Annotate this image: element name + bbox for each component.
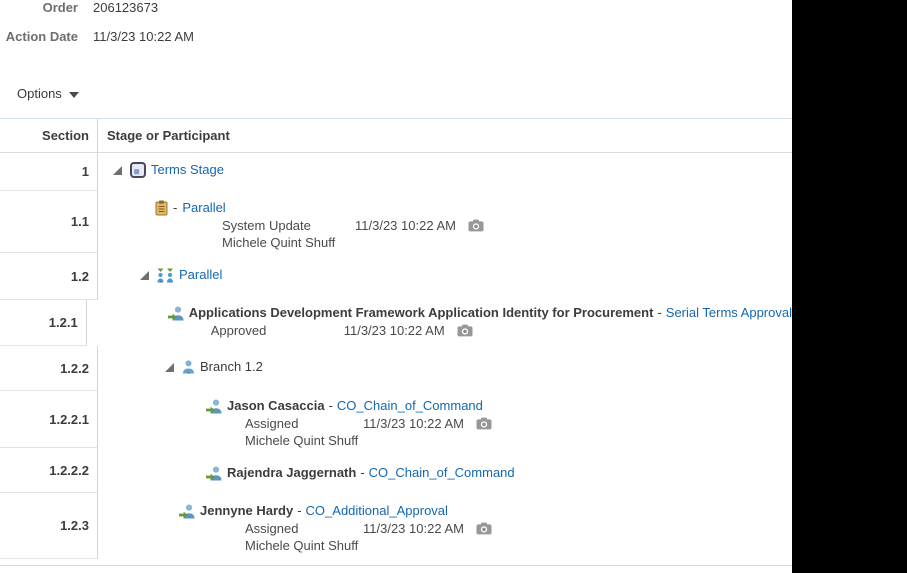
table-row: 1.1 - Parallel System Update 11/3/23 10:… [0, 191, 792, 253]
caret-down-icon [68, 91, 79, 98]
participant-icon [205, 399, 222, 414]
name-separator: - [297, 503, 302, 518]
clipboard-icon [155, 200, 168, 216]
camera-icon[interactable] [476, 417, 492, 430]
participant-name: Jason Casaccia [227, 398, 325, 413]
column-header-stage: Stage or Participant [107, 128, 230, 143]
participant-name: Rajendra Jaggernath [227, 465, 357, 480]
options-dropdown[interactable]: Options [17, 86, 79, 101]
participant-name: Jennyne Hardy [200, 503, 294, 518]
participant-icon [205, 466, 222, 481]
section-number: 1.2.1 [0, 300, 87, 346]
table-row: 1.2.2.1 Jason Casaccia - CO_Chain_of_Com… [0, 391, 792, 448]
stage-prefix: - [173, 200, 178, 215]
action-date-label: Action Date [5, 29, 78, 44]
rule-link[interactable]: CO_Chain_of_Command [369, 465, 515, 481]
table-row: 1.2.3 Jennyne Hardy - CO_Additional_Appr… [0, 493, 792, 559]
expand-toggle-icon[interactable] [113, 165, 122, 175]
participant-icon [178, 504, 195, 519]
parallel-icon [157, 268, 174, 283]
camera-icon[interactable] [457, 324, 473, 337]
table-row: 1.2.2.2 Rajendra Jaggernath - CO_Chain_o… [0, 448, 792, 493]
action-timestamp: 11/3/23 10:22 AM [343, 323, 445, 338]
action-date-value: 11/3/23 10:22 AM [93, 29, 194, 44]
expand-toggle-icon[interactable] [140, 270, 149, 280]
order-label: Order [42, 0, 78, 15]
order-field: Order 206123673 [0, 1, 194, 15]
table-bottom-border [0, 565, 792, 566]
stage-link[interactable]: Terms Stage [151, 162, 224, 178]
column-header-section: Section [0, 119, 98, 152]
options-label: Options [17, 86, 62, 101]
stage-link[interactable]: Parallel [182, 200, 225, 216]
assignee-name: Michele Quint Shuff [245, 538, 359, 553]
rule-link[interactable]: CO_Additional_Approval [306, 503, 448, 519]
table-row: 1.2.1 Applications Development Framework… [0, 300, 792, 346]
section-number: 1.2.2.1 [0, 391, 98, 448]
section-number: 1.2.3 [0, 493, 98, 559]
order-value: 206123673 [93, 0, 159, 15]
section-number: 1 [0, 153, 98, 191]
assignee-name: Michele Quint Shuff [222, 235, 336, 250]
main-content: Order 206123673 Action Date 11/3/23 10:2… [0, 0, 792, 573]
section-number: 1.2.2.2 [0, 448, 98, 493]
section-number: 1.2.2 [0, 346, 98, 391]
rule-link[interactable]: CO_Chain_of_Command [337, 398, 483, 414]
rule-link[interactable]: Serial Terms Approval [666, 305, 792, 321]
action-date-field: Action Date 11/3/23 10:22 AM [0, 30, 194, 44]
header-fields: Order 206123673 Action Date 11/3/23 10:2… [0, 1, 194, 59]
table-row: 1.2 Parallel [0, 253, 792, 300]
name-separator: - [360, 465, 365, 480]
status-text: Assigned [245, 416, 299, 431]
stage-icon [130, 162, 146, 178]
stage-link[interactable]: Parallel [179, 267, 222, 283]
section-number: 1.1 [0, 191, 98, 253]
camera-icon[interactable] [476, 522, 492, 535]
action-timestamp: 11/3/23 10:22 AM [363, 521, 464, 536]
action-timestamp: 11/3/23 10:22 AM [355, 218, 456, 233]
status-text: Approved [210, 323, 267, 338]
approval-history-table: Section Stage or Participant 1 Terms Sta… [0, 118, 792, 559]
table-row: 1 Terms Stage [0, 153, 792, 191]
status-text: System Update [222, 218, 311, 233]
camera-icon[interactable] [468, 219, 484, 232]
side-panel [792, 0, 907, 573]
table-header: Section Stage or Participant [0, 119, 792, 153]
branch-label: Branch 1.2 [200, 359, 263, 374]
name-separator: - [657, 305, 662, 320]
assignee-name: Michele Quint Shuff [245, 433, 359, 448]
table-row: 1.2.2 Branch 1.2 [0, 346, 792, 391]
name-separator: - [328, 398, 333, 413]
expand-toggle-icon[interactable] [165, 362, 174, 372]
participant-name: Applications Development Framework Appli… [188, 305, 654, 320]
status-text: Assigned [245, 521, 299, 536]
action-timestamp: 11/3/23 10:22 AM [363, 416, 464, 431]
person-icon [182, 360, 195, 374]
participant-icon [167, 306, 184, 321]
section-number: 1.2 [0, 253, 98, 300]
